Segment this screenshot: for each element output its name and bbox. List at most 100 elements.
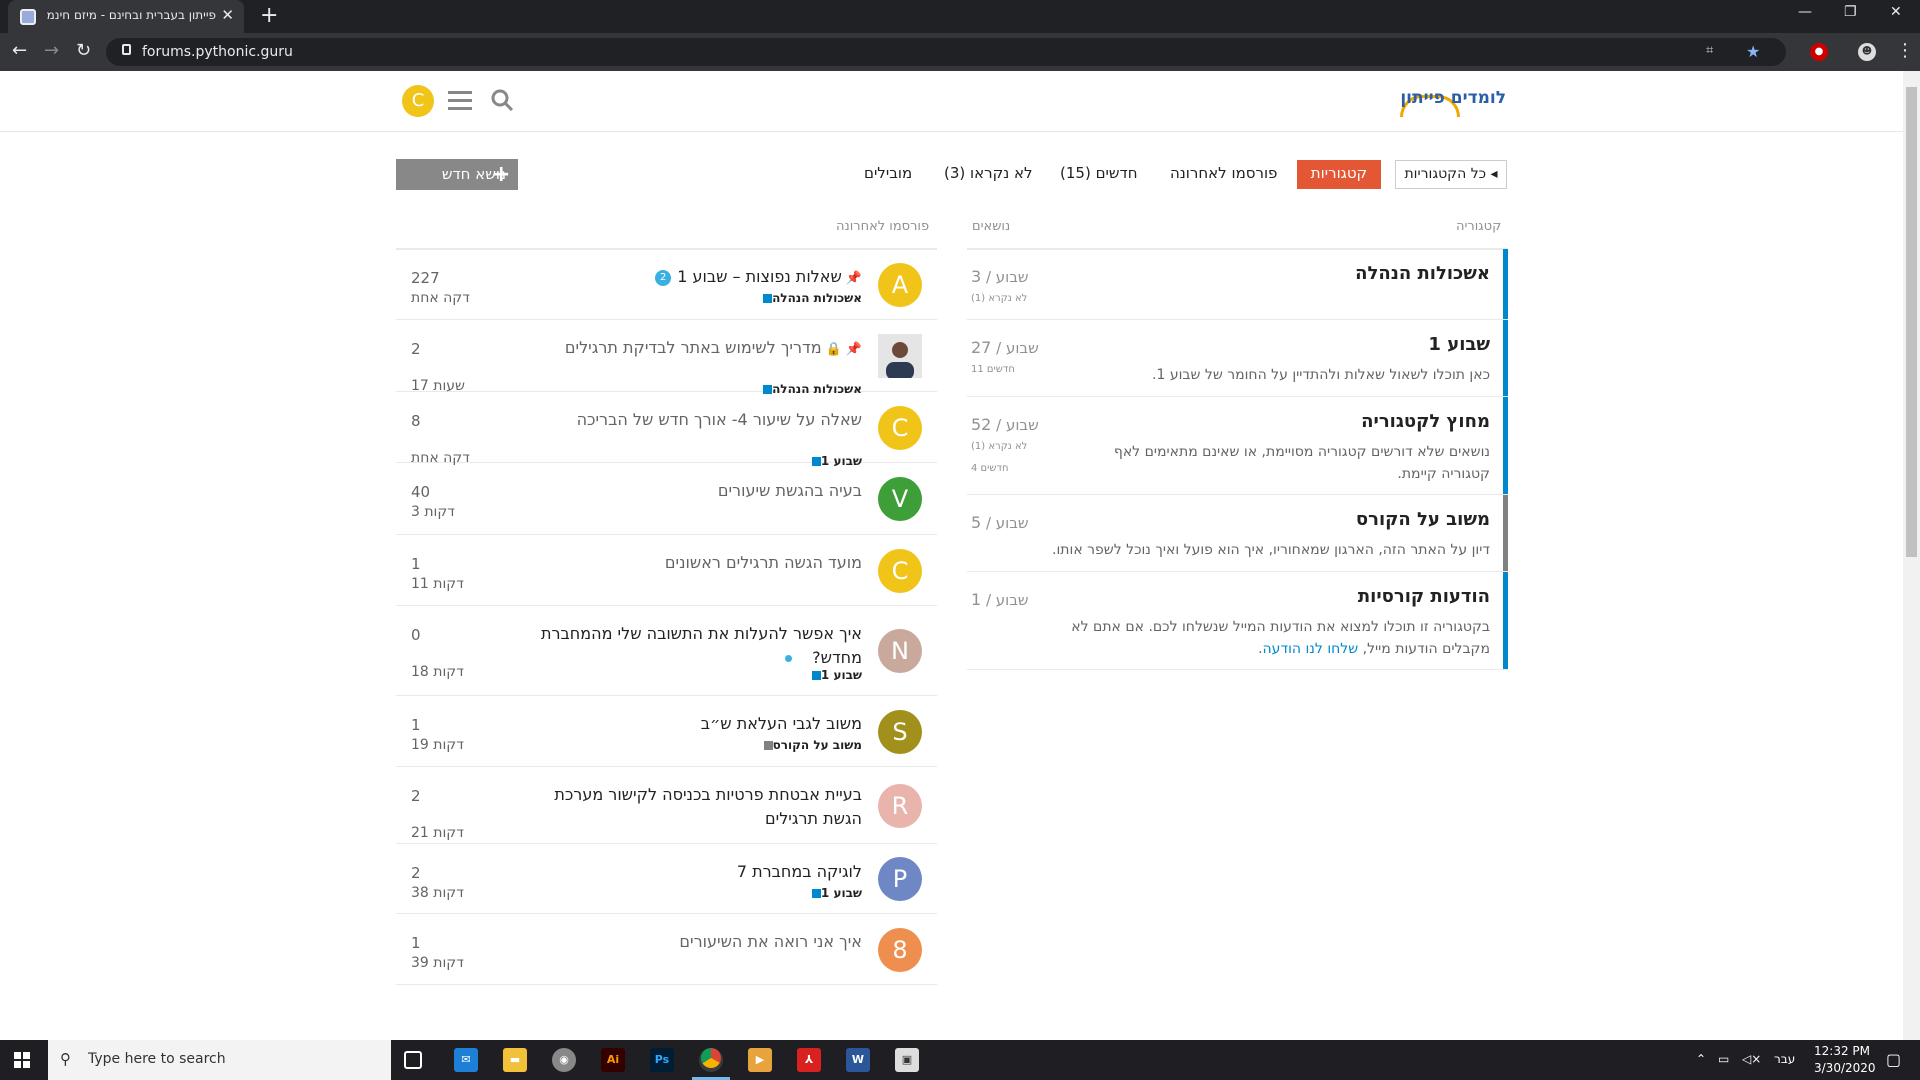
topic-title[interactable]: איך אני רואה את השיעורים — [532, 930, 862, 954]
topic-row[interactable]: A 📌שאלות נפוצות – שבוע 1 2 אשכולות הנהלה 227… — [396, 249, 937, 320]
topic-row[interactable]: P לוגיקה במחברת 7 שבוע 1 2 38 דקות — [396, 844, 937, 914]
topic-age[interactable]: 21 דקות — [411, 825, 464, 841]
illustrator-icon[interactable]: Ai — [601, 1048, 625, 1072]
topic-age[interactable]: דקה אחת — [411, 290, 470, 306]
topic-title-text[interactable]: איך אני רואה את השיעורים — [679, 932, 862, 951]
topic-title-text[interactable]: שאלה על שיעור 4- אורך חדש של הבריכה — [577, 410, 862, 429]
topic-title-text[interactable]: מועד הגשה תרגילים ראשונים — [665, 553, 862, 572]
topic-row[interactable]: C שאלה על שיעור 4- אורך חדש של הבריכה שבוע… — [396, 392, 937, 468]
menu-dots-icon[interactable]: ⋮ — [1896, 40, 1914, 61]
forward-icon[interactable]: → — [44, 40, 59, 61]
restore-icon[interactable]: ❐ — [1844, 4, 1857, 20]
user-avatar[interactable] — [878, 334, 922, 380]
nav-top[interactable]: מובילים — [864, 160, 912, 189]
user-avatar[interactable]: C — [878, 549, 922, 593]
topic-title-text[interactable]: איך אפשר להעלות את התשובה שלי מהמחברת מח… — [541, 624, 862, 667]
category-new[interactable]: 11 חדשים — [971, 364, 1015, 375]
topic-title[interactable]: 📌שאלות נפוצות – שבוע 1 2 — [532, 265, 862, 291]
new-tab-button[interactable]: + — [260, 3, 278, 28]
scrollbar-thumb[interactable] — [1906, 87, 1917, 557]
topic-age[interactable]: 18 דקות — [411, 664, 464, 680]
user-avatar[interactable]: V — [878, 477, 922, 521]
page-scrollbar[interactable] — [1903, 71, 1920, 1040]
user-avatar[interactable]: C — [402, 85, 434, 117]
topic-row[interactable]: S משוב לגבי העלאת ש״ב משוב על הקורס 1 19 דקו… — [396, 696, 937, 767]
topic-age[interactable]: 39 דקות — [411, 955, 464, 971]
topic-title-text[interactable]: מדריך לשימוש באתר לבדיקת תרגילים — [565, 338, 822, 357]
category-name[interactable]: אשכולות הנהלה — [1355, 263, 1490, 284]
topic-row[interactable]: V בעיה בהגשת שיעורים 40 3 דקות — [396, 463, 937, 535]
close-window-icon[interactable]: ✕ — [1890, 4, 1902, 20]
topic-row[interactable]: 📌🔒מדריך לשימוש באתר לבדיקת תרגילים אשכולו… — [396, 320, 937, 396]
topic-title[interactable]: שאלה על שיעור 4- אורך חדש של הבריכה — [532, 408, 862, 432]
topic-row[interactable]: C מועד הגשה תרגילים ראשונים 1 11 דקות — [396, 535, 937, 606]
language-indicator[interactable]: עבר — [1774, 1052, 1795, 1066]
topic-title-text[interactable]: בעיה בהגשת שיעורים — [718, 481, 862, 500]
extension-icon[interactable]: ● — [1810, 43, 1828, 61]
topic-title[interactable]: משוב לגבי העלאת ש״ב — [532, 712, 862, 736]
unread-badge[interactable]: 2 — [655, 269, 672, 286]
user-avatar[interactable]: P — [878, 857, 922, 901]
profile-icon[interactable]: ☻ — [1858, 43, 1876, 61]
nav-new[interactable]: חדשים (15) — [1060, 160, 1138, 189]
user-avatar[interactable]: A — [878, 263, 922, 307]
hamburger-menu-icon[interactable] — [448, 91, 472, 111]
category-name[interactable]: משוב על הקורס — [1356, 509, 1490, 530]
clock-date[interactable]: 3/30/2020 — [1814, 1061, 1876, 1075]
new-topic-button[interactable]: + נושא חדש — [396, 159, 518, 190]
back-icon[interactable]: ← — [12, 40, 27, 61]
chevron-up-icon[interactable]: ⌃ — [1696, 1052, 1706, 1066]
notifications-icon[interactable]: ▢ — [1886, 1050, 1901, 1069]
topic-age[interactable]: 19 דקות — [411, 737, 464, 753]
topic-row[interactable]: 8 איך אני רואה את השיעורים 1 39 דקות — [396, 914, 937, 985]
windows-start-icon[interactable] — [14, 1052, 30, 1068]
taskbar-search-box[interactable]: ⚲ Type here to search — [48, 1040, 391, 1080]
nav-unread[interactable]: לא נקראו (3) — [944, 160, 1033, 189]
topic-category[interactable]: אשכולות הנהלה — [758, 291, 862, 305]
all-categories-dropdown[interactable]: כל הקטגוריות ◂ — [1395, 160, 1507, 189]
clock-time[interactable]: 12:32 PM — [1814, 1044, 1870, 1058]
category-name[interactable]: מחוץ לקטגוריה — [1361, 411, 1490, 432]
minimize-icon[interactable]: — — [1798, 4, 1812, 20]
topic-age[interactable]: 38 דקות — [411, 885, 464, 901]
topic-category[interactable]: משוב על הקורס — [759, 738, 862, 752]
topic-title[interactable]: 📌🔒מדריך לשימוש באתר לבדיקת תרגילים — [532, 336, 862, 362]
category-row[interactable]: משוב על הקורס דיון על האתר הזה, הארגון ש… — [967, 495, 1508, 572]
photoshop-icon[interactable]: Ps — [650, 1048, 674, 1072]
category-row[interactable]: אשכולות הנהלה שבוע / 3 לא נקרא (1) — [967, 249, 1508, 320]
user-avatar[interactable]: C — [878, 406, 922, 450]
category-name[interactable]: הודעות קורסיות — [1358, 586, 1490, 607]
topic-age[interactable]: 3 דקות — [411, 504, 455, 520]
user-avatar[interactable]: S — [878, 710, 922, 754]
task-view-icon[interactable] — [404, 1051, 422, 1069]
category-row[interactable]: הודעות קורסיות בקטגוריה זו תוכלו למצוא א… — [967, 572, 1508, 670]
topic-row[interactable]: R בעיית אבטחת פרטיות בכניסה לקישור מערכת … — [396, 767, 937, 844]
word-icon[interactable]: W — [846, 1048, 870, 1072]
topic-title[interactable]: בעיית אבטחת פרטיות בכניסה לקישור מערכת ה… — [532, 783, 862, 831]
topic-title[interactable]: מועד הגשה תרגילים ראשונים — [532, 551, 862, 575]
topic-title-text[interactable]: משוב לגבי העלאת ש״ב — [701, 714, 862, 733]
search-icon[interactable] — [490, 88, 514, 112]
topic-category[interactable]: שבוע 1 — [807, 668, 862, 682]
acrobat-icon[interactable]: ⅄ — [797, 1048, 821, 1072]
bookmark-star-icon[interactable]: ★ — [1746, 42, 1760, 61]
translate-icon[interactable]: ⌗ — [1706, 43, 1713, 58]
media-player-icon[interactable]: ▶ — [748, 1048, 772, 1072]
nav-latest[interactable]: פורסמו לאחרונה — [1170, 160, 1277, 189]
user-avatar[interactable]: R — [878, 784, 922, 828]
category-row[interactable]: מחוץ לקטגוריה נושאים שלא דורשים קטגוריה … — [967, 397, 1508, 495]
contact-link[interactable]: שלחו לנו הודעה — [1263, 641, 1359, 657]
chrome-icon[interactable] — [699, 1048, 723, 1072]
app-window-icon[interactable]: ▣ — [895, 1048, 919, 1072]
mail-app-icon[interactable]: ✉ — [454, 1048, 478, 1072]
topic-age[interactable]: 11 דקות — [411, 576, 464, 592]
category-unread[interactable]: לא נקרא (1) — [971, 293, 1027, 304]
topic-category[interactable]: שבוע 1 — [807, 886, 862, 900]
topic-title-text[interactable]: בעיית אבטחת פרטיות בכניסה לקישור מערכת ה… — [554, 785, 862, 828]
site-logo[interactable]: לומדים פייתון — [1400, 85, 1506, 119]
user-avatar[interactable]: N — [878, 629, 922, 673]
topic-row[interactable]: N איך אפשר להעלות את התשובה שלי מהמחברת מ… — [396, 606, 937, 696]
topic-title[interactable]: לוגיקה במחברת 7 — [532, 860, 862, 884]
category-row[interactable]: שבוע 1 כאן תוכלו לשאול שאלות ולהתדיין על… — [967, 320, 1508, 397]
browser-tab[interactable]: פייתון בעברית ובחינם - מיזם חינמי ✕ — [8, 0, 244, 33]
